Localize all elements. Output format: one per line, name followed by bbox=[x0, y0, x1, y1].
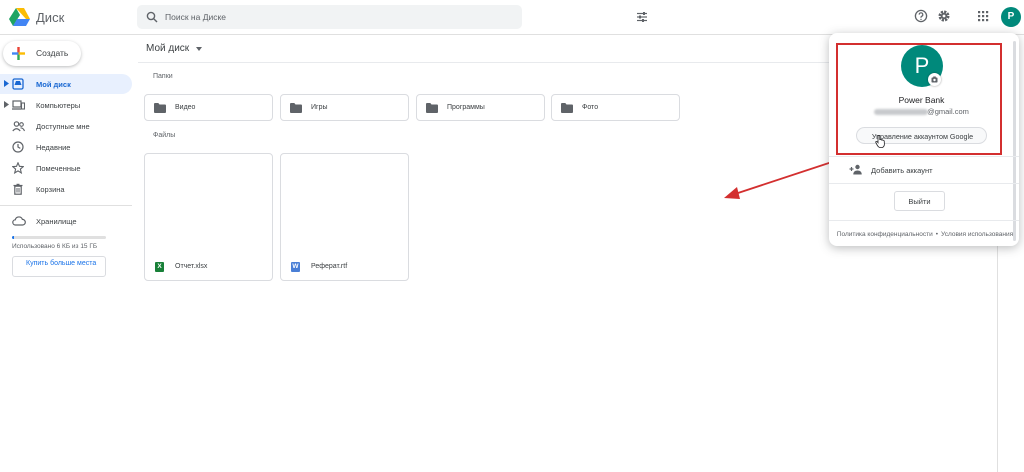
spreadsheet-file-icon: X bbox=[155, 262, 164, 272]
app-name[interactable]: Диск bbox=[36, 10, 64, 25]
caret-right-icon[interactable] bbox=[4, 80, 9, 87]
popup-divider bbox=[829, 220, 1019, 221]
storage-label: Хранилище bbox=[36, 217, 77, 226]
help-icon[interactable] bbox=[914, 9, 928, 23]
trash-icon bbox=[13, 183, 23, 195]
chevron-down-icon[interactable] bbox=[196, 47, 202, 51]
gear-icon[interactable] bbox=[937, 9, 951, 23]
separator-dot: • bbox=[935, 231, 939, 238]
folder-card[interactable]: Игры bbox=[280, 94, 409, 121]
search-input[interactable] bbox=[165, 8, 485, 26]
sidebar-item-label: Помеченные bbox=[36, 164, 81, 173]
star-icon bbox=[12, 162, 24, 174]
sign-out-label: Выйти bbox=[908, 197, 931, 206]
clock-icon bbox=[12, 141, 24, 153]
folder-card[interactable]: Фото bbox=[551, 94, 680, 121]
storage-usage-fill bbox=[12, 236, 14, 239]
add-person-icon bbox=[849, 164, 862, 175]
search-bar[interactable] bbox=[137, 5, 647, 29]
popup-divider bbox=[829, 183, 1019, 184]
folders-section-label: Папки bbox=[153, 73, 173, 80]
drive-logo-icon[interactable] bbox=[9, 7, 31, 27]
folder-icon bbox=[561, 103, 573, 113]
sidebar-item-storage[interactable]: Хранилище bbox=[0, 211, 132, 231]
files-section-label: Файлы bbox=[153, 132, 176, 139]
folder-name: Видео bbox=[175, 104, 196, 111]
file-card-footer: X Отчет.xlsx bbox=[145, 256, 272, 280]
create-button-label: Создать bbox=[36, 48, 69, 58]
my-drive-icon bbox=[12, 78, 24, 90]
file-name: Реферат.rtf bbox=[311, 263, 348, 270]
top-bar: Диск P bbox=[0, 0, 1024, 35]
folder-icon bbox=[290, 103, 302, 113]
terms-of-service-link[interactable]: Условия использования bbox=[941, 231, 1013, 238]
folder-icon bbox=[426, 103, 438, 113]
storage-usage-bar bbox=[12, 236, 106, 239]
sidebar-divider bbox=[0, 205, 132, 206]
sidebar-item-label: Корзина bbox=[36, 185, 65, 194]
filter-options-icon[interactable] bbox=[636, 11, 648, 23]
file-card[interactable]: X Отчет.xlsx bbox=[144, 153, 273, 281]
buy-storage-button[interactable]: Купить больше места bbox=[12, 256, 106, 277]
file-name: Отчет.xlsx bbox=[175, 263, 208, 270]
account-avatar[interactable]: P bbox=[1001, 7, 1021, 27]
sidebar-item-shared-with-me[interactable]: Доступные мне bbox=[0, 116, 132, 136]
folder-card[interactable]: Программы bbox=[416, 94, 545, 121]
sidebar-item-recent[interactable]: Недавние bbox=[0, 137, 132, 157]
caret-right-icon[interactable] bbox=[4, 101, 9, 108]
search-icon[interactable] bbox=[146, 11, 158, 23]
file-card-footer: W Реферат.rtf bbox=[281, 256, 408, 280]
file-card[interactable]: W Реферат.rtf bbox=[280, 153, 409, 281]
folder-icon bbox=[154, 103, 166, 113]
popup-scrollbar[interactable] bbox=[1013, 41, 1016, 241]
sidebar-item-my-drive[interactable]: Мой диск bbox=[0, 74, 132, 94]
create-button[interactable]: Создать bbox=[3, 41, 81, 66]
sidebar-item-label: Доступные мне bbox=[36, 122, 90, 131]
sidebar-item-trash[interactable]: Корзина bbox=[0, 179, 132, 199]
privacy-policy-link[interactable]: Политика конфиденциальности bbox=[837, 231, 933, 238]
sidebar-item-label: Недавние bbox=[36, 143, 71, 152]
plus-icon bbox=[12, 47, 25, 60]
computers-icon bbox=[12, 100, 25, 110]
folder-card[interactable]: Видео bbox=[144, 94, 273, 121]
sidebar-item-computers[interactable]: Компьютеры bbox=[0, 95, 132, 115]
sidebar-item-label: Мой диск bbox=[36, 80, 71, 89]
folder-name: Игры bbox=[311, 104, 328, 111]
popup-footer-links: Политика конфиденциальности • Условия испо… bbox=[835, 230, 1015, 240]
breadcrumb[interactable]: Мой диск bbox=[146, 43, 189, 54]
apps-grid-icon[interactable] bbox=[976, 9, 990, 23]
folder-name: Программы bbox=[447, 104, 485, 111]
sign-out-button[interactable]: Выйти bbox=[894, 191, 945, 211]
account-popup: P Power Bank @gmail.com Управление аккау… bbox=[829, 33, 1019, 246]
document-file-icon: W bbox=[291, 262, 300, 272]
storage-used-text: Использовано 6 КБ из 15 ГБ bbox=[12, 243, 98, 250]
annotation-highlight-box bbox=[836, 43, 1002, 155]
buy-storage-label: Купить больше места bbox=[26, 260, 97, 267]
sidebar-item-label: Компьютеры bbox=[36, 101, 81, 110]
shared-with-me-icon bbox=[12, 121, 25, 132]
cloud-icon bbox=[12, 216, 26, 226]
add-account-button[interactable]: Добавить аккаунт bbox=[829, 160, 1019, 180]
folder-name: Фото bbox=[582, 104, 599, 111]
sidebar-item-starred[interactable]: Помеченные bbox=[0, 158, 132, 178]
popup-divider bbox=[829, 156, 1019, 157]
add-account-label: Добавить аккаунт bbox=[871, 166, 933, 175]
